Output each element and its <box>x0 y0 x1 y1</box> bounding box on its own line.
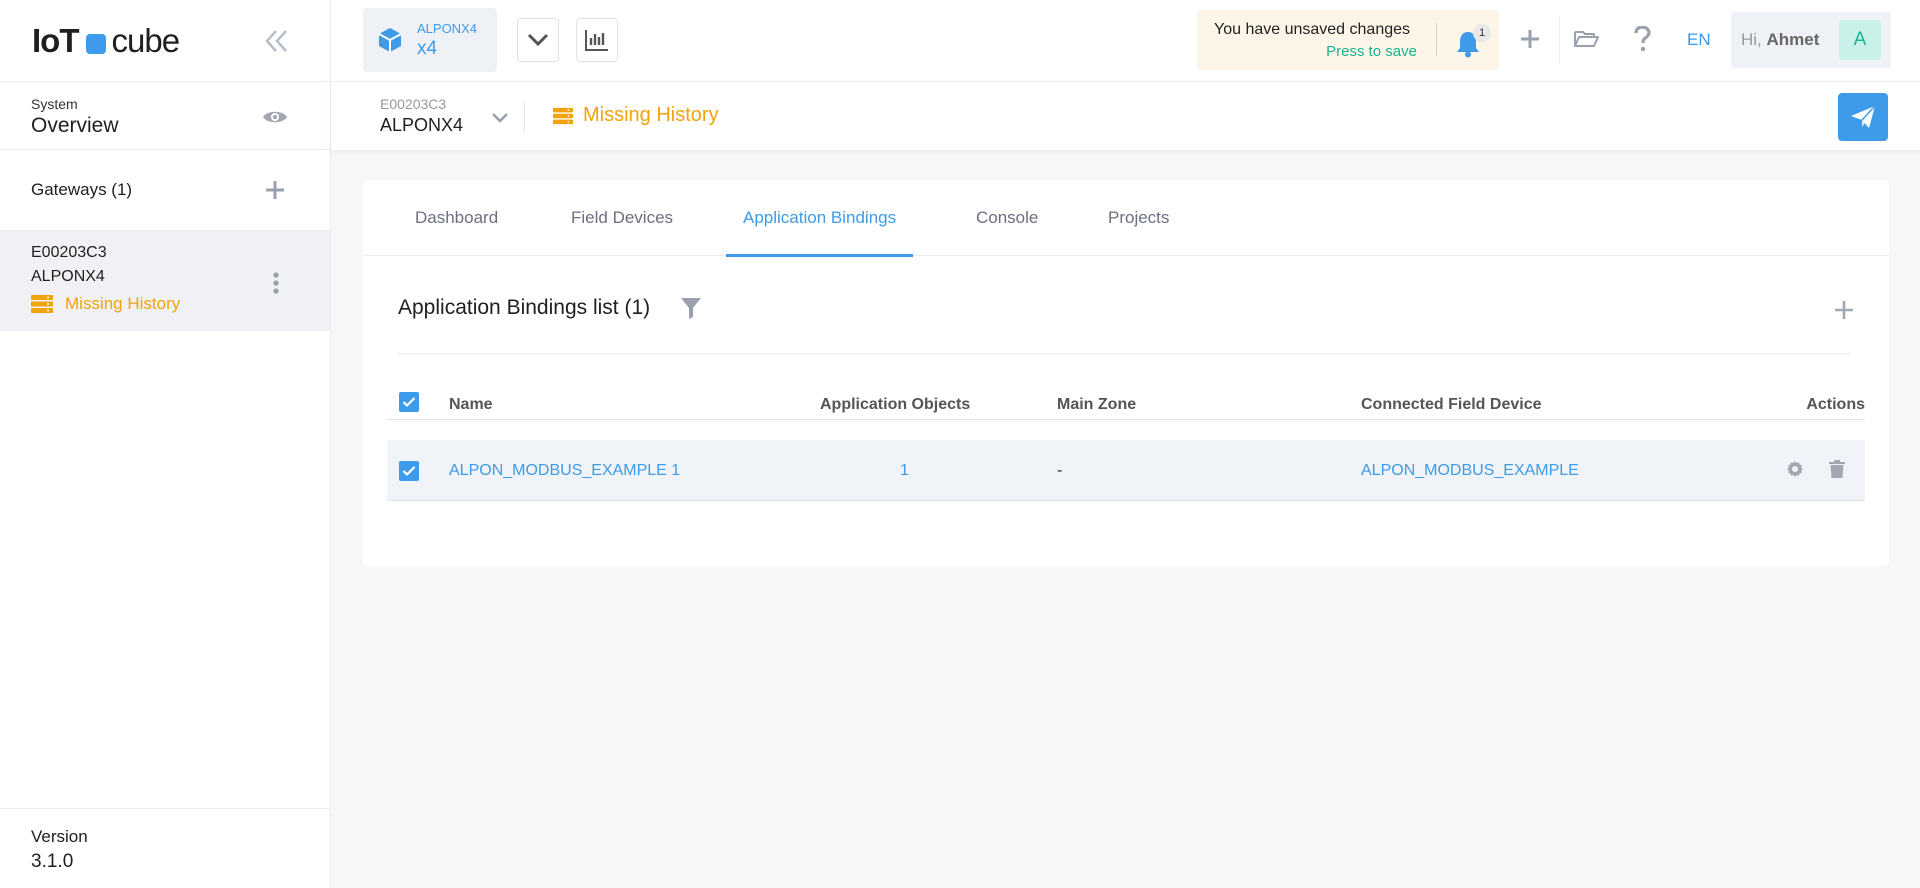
tab-bar: Dashboard Field Devices Application Bind… <box>363 180 1889 257</box>
version-label: Version <box>31 827 88 846</box>
select-all-checkbox[interactable] <box>399 392 419 412</box>
system-overview[interactable]: System Overview <box>0 82 330 150</box>
logo-square <box>86 33 107 54</box>
device-type-label: ALPONX4 <box>417 20 477 36</box>
gateway-switch-chevron-down-icon[interactable] <box>488 106 512 130</box>
top-bar: ALPONX4 x4 You have unsaved changes Pres… <box>331 0 1920 82</box>
device-dropdown-button[interactable] <box>517 18 559 62</box>
gateway-status: Missing History <box>31 294 330 314</box>
subheader-divider <box>524 102 525 132</box>
application-objects-count-link[interactable]: 1 <box>900 462 909 480</box>
gateways-header: Gateways (1) <box>0 150 330 231</box>
table-header: Name Application Objects Main Zone Conne… <box>387 380 1865 420</box>
filter-icon[interactable] <box>680 297 702 319</box>
content-card: Dashboard Field Devices Application Bind… <box>363 180 1889 566</box>
banner-divider <box>1436 23 1437 55</box>
trash-icon[interactable] <box>1829 460 1847 478</box>
bar-chart-icon <box>585 30 608 51</box>
tab-projects[interactable]: Projects <box>1108 180 1169 256</box>
add-plus-icon[interactable] <box>1515 24 1545 54</box>
language-switcher[interactable]: EN <box>1687 30 1711 50</box>
gateway-subheader: E00203C3 ALPONX4 Missing History <box>331 82 1920 150</box>
user-name: Ahmet <box>1766 30 1820 49</box>
tab-dashboard[interactable]: Dashboard <box>415 180 498 256</box>
notifications-button[interactable]: 1 <box>1453 24 1493 58</box>
greeting-text: Hi, <box>1741 30 1762 49</box>
col-actions: Actions <box>1806 396 1865 413</box>
col-application-objects[interactable]: Application Objects <box>820 396 970 414</box>
collapse-sidebar-icon[interactable] <box>264 26 290 56</box>
unsaved-text: You have unsaved changes <box>1214 21 1411 38</box>
tab-console[interactable]: Console <box>976 180 1038 256</box>
binding-name-link[interactable]: ALPON_MODBUS_EXAMPLE 1 <box>449 462 680 480</box>
iotcube-logo[interactable]: IoT cube <box>32 21 180 60</box>
connected-device-link[interactable]: ALPON_MODBUS_EXAMPLE <box>1361 462 1579 480</box>
subheader-status-text: Missing History <box>583 104 719 126</box>
device-short-label: x4 <box>417 37 438 59</box>
col-name[interactable]: Name <box>449 396 493 414</box>
user-greeting: Hi, Ahmet <box>1741 30 1819 50</box>
tab-application-bindings[interactable]: Application Bindings <box>725 180 914 257</box>
gateway-id: E00203C3 <box>31 244 107 261</box>
notification-count-badge: 1 <box>1473 24 1491 42</box>
subheader-gateway-id: E00203C3 <box>380 96 447 112</box>
add-binding-plus-icon[interactable] <box>1834 300 1854 320</box>
logo-text-cube: cube <box>111 21 180 59</box>
gateways-label: Gateways (1) <box>31 180 133 199</box>
subheader-gateway-name: ALPONX4 <box>380 115 464 135</box>
gateway-name: ALPONX4 <box>31 268 105 285</box>
unsaved-changes-banner[interactable]: You have unsaved changes Press to save 1 <box>1197 10 1499 70</box>
device-selector[interactable]: ALPONX4 x4 <box>363 8 497 72</box>
subheader-status: Missing History <box>553 104 719 127</box>
gateway-status-text: Missing History <box>65 294 181 313</box>
statistics-button[interactable] <box>576 18 618 62</box>
logo-text-iot: IoT <box>32 21 79 59</box>
table-row[interactable]: ALPON_MODBUS_EXAMPLE 1 1 - ALPON_MODBUS_… <box>387 440 1865 501</box>
avatar: A <box>1839 20 1881 60</box>
help-question-icon[interactable] <box>1627 24 1657 54</box>
list-divider <box>398 353 1851 354</box>
version-block: Version 3.1.0 <box>0 808 330 888</box>
chevron-down-icon <box>527 33 549 47</box>
top-divider <box>1559 16 1560 64</box>
deploy-send-button[interactable] <box>1838 93 1888 141</box>
col-main-zone[interactable]: Main Zone <box>1057 396 1136 414</box>
tab-field-devices[interactable]: Field Devices <box>571 180 673 256</box>
list-header: Application Bindings list (1) <box>398 296 702 320</box>
server-stack-icon <box>553 107 573 124</box>
main-zone-value: - <box>1057 462 1063 479</box>
user-menu[interactable]: Hi, Ahmet A <box>1731 12 1891 68</box>
version-value: 3.1.0 <box>31 851 74 872</box>
paper-plane-icon <box>1851 105 1876 128</box>
folder-open-icon[interactable] <box>1571 24 1601 54</box>
eye-icon[interactable] <box>262 108 288 126</box>
logo-row: IoT cube <box>0 0 330 82</box>
server-stack-icon <box>31 295 53 313</box>
vertical-dots-icon[interactable] <box>272 271 280 295</box>
sidebar: IoT cube System Overview Gateways (1) E0… <box>0 0 331 888</box>
list-title: Application Bindings list (1) <box>398 296 651 319</box>
col-connected-field-device[interactable]: Connected Field Device <box>1361 396 1542 414</box>
row-checkbox[interactable] <box>399 461 419 481</box>
press-to-save-link[interactable]: Press to save <box>1326 43 1417 60</box>
gateway-list-item[interactable]: E00203C3 ALPONX4 Missing History <box>0 231 330 331</box>
gear-icon[interactable] <box>1786 460 1804 478</box>
add-gateway-plus-icon[interactable] <box>265 180 285 200</box>
cube-icon <box>378 28 402 52</box>
